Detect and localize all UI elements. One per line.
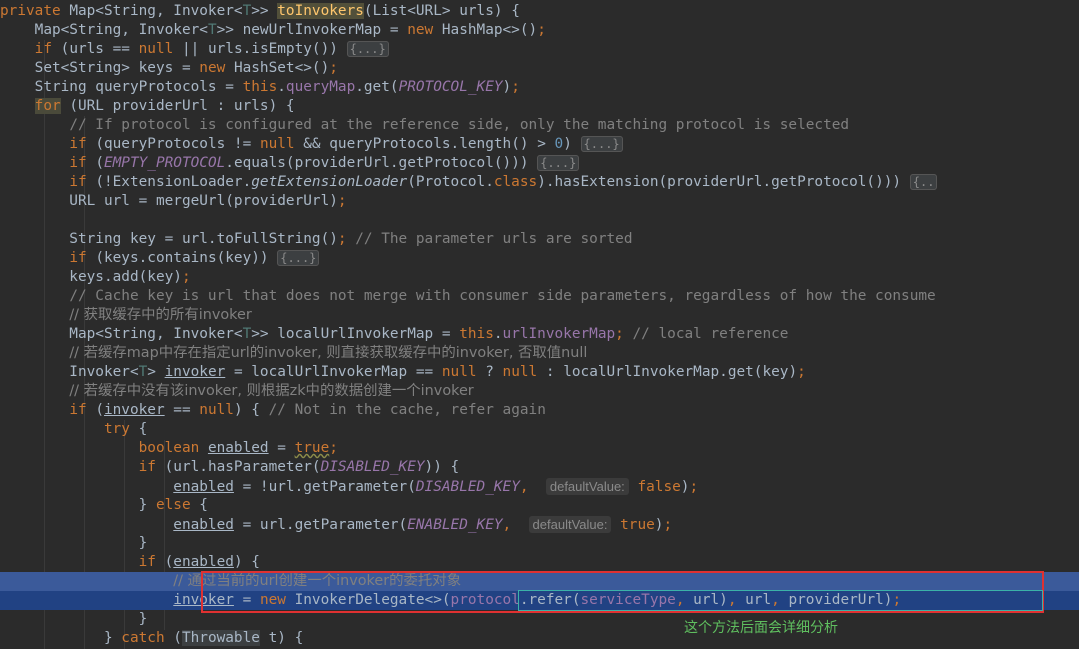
- code-line[interactable]: } else {: [0, 496, 1079, 515]
- parameter-hint: defaultValue:: [545, 478, 629, 495]
- code-line[interactable]: String queryProtocols = this.queryMap.ge…: [0, 78, 1079, 97]
- code-line[interactable]: [0, 211, 1079, 230]
- code-line[interactable]: Set<String> keys = new HashSet<>();: [0, 59, 1079, 78]
- code-line[interactable]: URL url = mergeUrl(providerUrl);: [0, 192, 1079, 211]
- code-line[interactable]: } catch (Throwable t) {: [0, 629, 1079, 648]
- code-line[interactable]: enabled = url.getParameter(ENABLED_KEY, …: [0, 515, 1079, 534]
- code-line[interactable]: if (!ExtensionLoader.getExtensionLoader(…: [0, 173, 1079, 192]
- code-line[interactable]: String key = url.toFullString(); // The …: [0, 230, 1079, 249]
- code-line[interactable]: // 获取缓存中的所有invoker: [0, 306, 1079, 325]
- code-line[interactable]: if (enabled) {: [0, 553, 1079, 572]
- code-line[interactable]: keys.add(key);: [0, 268, 1079, 287]
- code-line[interactable]: Map<String, Invoker<T>> localUrlInvokerM…: [0, 325, 1079, 344]
- code-line[interactable]: }: [0, 534, 1079, 553]
- code-line[interactable]: private Map<String, Invoker<T>> toInvoke…: [0, 2, 1079, 21]
- code-line[interactable]: for (URL providerUrl : urls) {: [0, 97, 1079, 116]
- code-line[interactable]: if (url.hasParameter(DISABLED_KEY)) {: [0, 458, 1079, 477]
- code-line[interactable]: // If protocol is configured at the refe…: [0, 116, 1079, 135]
- folded-code-badge[interactable]: {...}: [580, 136, 623, 152]
- code-line[interactable]: if (keys.contains(key)) {...}: [0, 249, 1079, 268]
- folded-code-badge[interactable]: {..: [909, 174, 938, 190]
- folded-code-badge[interactable]: {...}: [346, 41, 389, 57]
- code-line[interactable]: if (EMPTY_PROTOCOL.equals(providerUrl.ge…: [0, 154, 1079, 173]
- folded-code-badge[interactable]: {...}: [537, 155, 580, 171]
- folded-code-badge[interactable]: {...}: [277, 250, 320, 266]
- code-line[interactable]: try {: [0, 420, 1079, 439]
- code-line[interactable]: if (urls == null || urls.isEmpty()) {...…: [0, 40, 1079, 59]
- parameter-hint: defaultValue:: [528, 516, 612, 533]
- code-line[interactable]: enabled = !url.getParameter(DISABLED_KEY…: [0, 477, 1079, 496]
- expression-highlight-box: [518, 590, 1043, 611]
- annotation-note: 这个方法后面会详细分析: [684, 620, 838, 636]
- code-editor[interactable]: private Map<String, Invoker<T>> toInvoke…: [0, 0, 1079, 649]
- code-line[interactable]: // 若缓存map中存在指定url的invoker, 则直接获取缓存中的invo…: [0, 344, 1079, 363]
- code-line[interactable]: Invoker<T> invoker = localUrlInvokerMap …: [0, 363, 1079, 382]
- code-line[interactable]: boolean enabled = true;: [0, 439, 1079, 458]
- code-line[interactable]: Map<String, Invoker<T>> newUrlInvokerMap…: [0, 21, 1079, 40]
- code-line[interactable]: if (invoker == null) { // Not in the cac…: [0, 401, 1079, 420]
- code-line[interactable]: // 若缓存中没有该invoker, 则根据zk中的数据创建一个invoker: [0, 382, 1079, 401]
- code-line[interactable]: // Cache key is url that does not merge …: [0, 287, 1079, 306]
- code-line[interactable]: if (queryProtocols != null && queryProto…: [0, 135, 1079, 154]
